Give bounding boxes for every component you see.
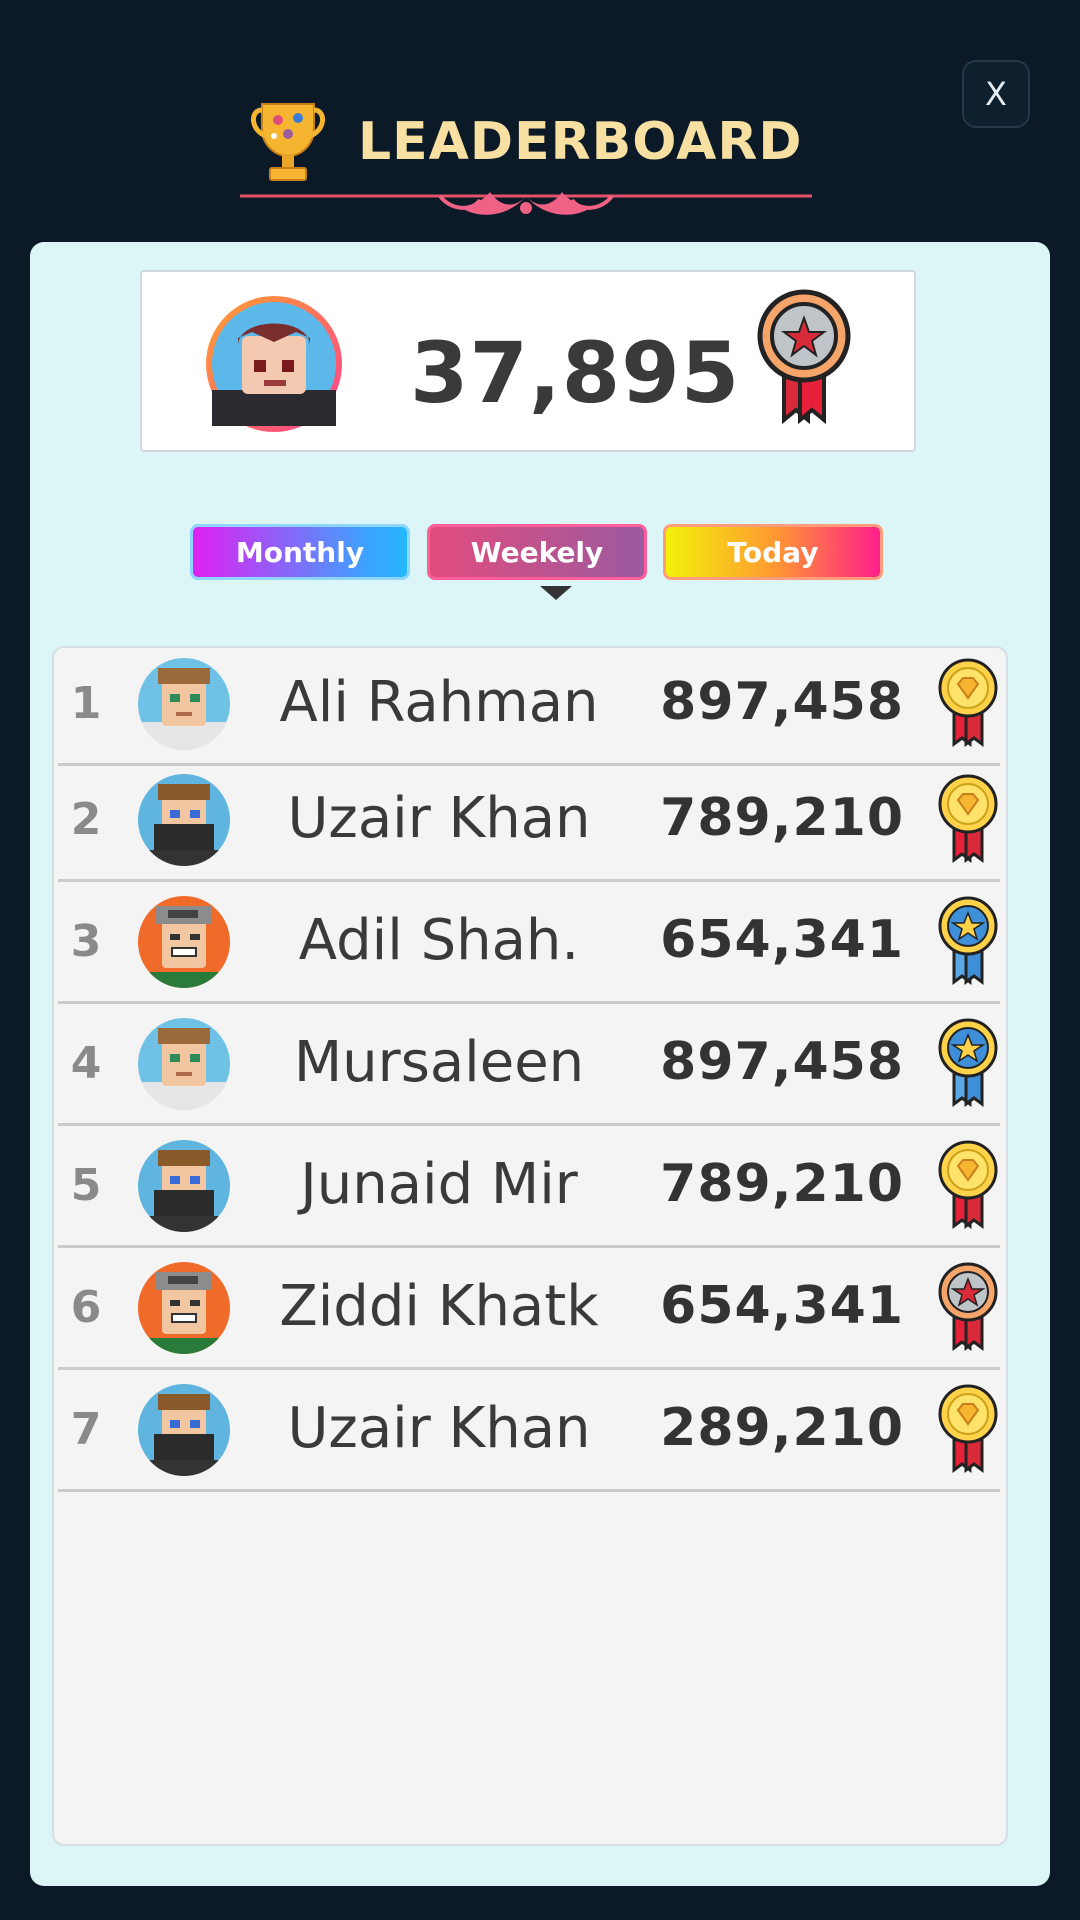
selected-tab-caret-icon bbox=[540, 586, 572, 600]
player-name: Ali Rahman bbox=[279, 670, 599, 735]
ornament-divider bbox=[240, 192, 812, 215]
player-name: Adil Shah. bbox=[298, 908, 580, 973]
rank-number: 4 bbox=[70, 1038, 102, 1089]
player-score: 289,210 bbox=[660, 1398, 904, 1458]
table-row[interactable]: 7 Uzair Khan 289,210 bbox=[54, 1374, 1006, 1492]
player-name: Junaid Mir bbox=[300, 1152, 578, 1217]
avatar bbox=[138, 658, 230, 750]
tab-monthly[interactable]: Monthly bbox=[190, 524, 410, 580]
leaderboard-panel: 37,895 Monthly Weekely Today 1 Ali Rahma… bbox=[30, 242, 1050, 1886]
silver-star-medal-icon bbox=[936, 1262, 1000, 1352]
table-row[interactable]: 3 Adil Shah. 654,341 bbox=[54, 886, 1006, 1004]
my-score: 37,895 bbox=[410, 324, 741, 422]
rank-number: 3 bbox=[70, 916, 102, 967]
gold-diamond-medal-icon bbox=[936, 1140, 1000, 1230]
player-score: 654,341 bbox=[660, 1276, 904, 1336]
rank-number: 2 bbox=[70, 794, 102, 845]
rank-number: 1 bbox=[70, 678, 102, 729]
avatar bbox=[138, 774, 230, 866]
rank-number: 5 bbox=[70, 1160, 102, 1211]
avatar bbox=[138, 1018, 230, 1110]
table-row[interactable]: 2 Uzair Khan 789,210 bbox=[54, 764, 1006, 882]
avatar bbox=[138, 1262, 230, 1354]
blue-star-medal-icon bbox=[936, 896, 1000, 986]
player-name: Mursaleen bbox=[293, 1030, 585, 1095]
tab-today[interactable]: Today bbox=[663, 524, 883, 580]
gold-diamond-medal-icon bbox=[936, 774, 1000, 864]
player-name: Uzair Khan bbox=[287, 786, 591, 851]
avatar bbox=[138, 896, 230, 988]
row-divider bbox=[58, 1489, 1000, 1492]
table-row[interactable]: 1 Ali Rahman 897,458 bbox=[54, 648, 1006, 766]
blue-star-medal-icon bbox=[936, 1018, 1000, 1108]
player-score: 654,341 bbox=[660, 910, 904, 970]
table-row[interactable]: 4 Mursaleen 897,458 bbox=[54, 1008, 1006, 1126]
trophy-icon bbox=[251, 103, 325, 181]
period-tabs: Monthly Weekely Today bbox=[190, 524, 910, 600]
gold-diamond-medal-icon bbox=[936, 1384, 1000, 1474]
table-row[interactable]: 5 Junaid Mir 789,210 bbox=[54, 1130, 1006, 1248]
gold-diamond-medal-icon bbox=[936, 658, 1000, 748]
table-row[interactable]: 6 Ziddi Khatk 654,341 bbox=[54, 1252, 1006, 1370]
row-divider bbox=[58, 879, 1000, 882]
player-avatar-icon bbox=[212, 302, 336, 426]
silver-star-medal-icon bbox=[757, 289, 851, 425]
player-name: Ziddi Khatk bbox=[279, 1274, 599, 1339]
leaderboard-header: LEADERBOARD bbox=[240, 90, 820, 230]
player-name: Uzair Khan bbox=[287, 1396, 591, 1461]
avatar bbox=[206, 296, 342, 432]
row-divider bbox=[58, 1245, 1000, 1248]
player-score: 789,210 bbox=[660, 1154, 904, 1214]
my-score-card: 37,895 bbox=[140, 270, 916, 452]
rank-number: 6 bbox=[70, 1282, 102, 1333]
avatar bbox=[138, 1140, 230, 1232]
close-button[interactable]: X bbox=[962, 60, 1030, 128]
tab-weekly[interactable]: Weekely bbox=[427, 524, 647, 580]
player-score: 789,210 bbox=[660, 788, 904, 848]
rank-number: 7 bbox=[70, 1404, 102, 1455]
row-divider bbox=[58, 1367, 1000, 1370]
player-score: 897,458 bbox=[660, 672, 904, 732]
player-score: 897,458 bbox=[660, 1032, 904, 1092]
leaderboard-list[interactable]: 1 Ali Rahman 897,458 2 Uzair Khan 789,21… bbox=[52, 646, 1008, 1846]
page-title: LEADERBOARD bbox=[358, 112, 803, 172]
avatar bbox=[138, 1384, 230, 1476]
row-divider bbox=[58, 1123, 1000, 1126]
row-divider bbox=[58, 1001, 1000, 1004]
